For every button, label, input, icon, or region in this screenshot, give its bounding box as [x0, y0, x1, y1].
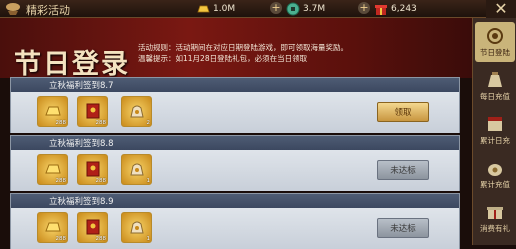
banner-title: 节日登录 [14, 49, 130, 80]
close-button[interactable]: ✕ [486, 0, 516, 18]
gold-bar-icon [197, 5, 210, 12]
gold-resource: 1.0M [196, 1, 235, 16]
coin-bag-icon [488, 164, 502, 176]
gift-amount: 6,243 [391, 3, 417, 14]
laurel-icon [487, 28, 503, 44]
row-header: 立秋福利签到8.8 [11, 136, 459, 150]
row-title: 立秋福利签到8.9 [49, 197, 114, 207]
item-count: 1 [146, 178, 151, 184]
red-envelope-item[interactable]: 288 [77, 96, 108, 127]
gift-icon [487, 207, 503, 219]
gold-bar-item[interactable]: 288 [37, 96, 68, 127]
item-count: 288 [95, 236, 107, 242]
tab-cumulative-recharge[interactable]: 累计充值 [475, 154, 515, 194]
silver-amount: 3.7M [303, 3, 326, 14]
red-envelope-icon [86, 219, 100, 235]
rules-line-1: 活动规则：活动期间在对应日期登陆游戏，即可领取海量奖励。 [138, 43, 348, 52]
row-body: 288 288 2 领取 [11, 92, 459, 133]
item-count: 288 [55, 178, 67, 184]
reward-row: 立秋福利签到8.7 288 288 2 领取 [10, 77, 460, 133]
rules-line-2: 温馨提示：如11月28日登陆礼包，必须在当日领取 [138, 54, 308, 63]
treasure-pouch-icon [130, 163, 144, 176]
tab-daily-recharge[interactable]: 每日充值 [475, 66, 515, 106]
gold-amount: 1.0M [213, 3, 236, 14]
red-envelope-icon [86, 103, 100, 119]
item-count: 288 [95, 178, 107, 184]
row-title: 立秋福利签到8.8 [49, 139, 114, 149]
treasure-pouch-item[interactable]: 1 [121, 154, 152, 185]
row-header: 立秋福利签到8.9 [11, 194, 459, 208]
row-header: 立秋福利签到8.7 [11, 78, 459, 92]
jade-coin-icon [286, 2, 300, 15]
gold-bar-icon [45, 222, 61, 232]
money-bag-icon [488, 72, 502, 87]
item-count: 288 [55, 236, 67, 242]
tab-spend-gift[interactable]: 消费有礼 [475, 198, 515, 238]
red-envelope-icon [86, 161, 100, 177]
gift-resource: 6,243 [374, 1, 417, 16]
tab-festival-login[interactable]: 节日登陆 [475, 22, 515, 62]
red-envelope-item[interactable]: 288 [77, 154, 108, 185]
item-count: 1 [146, 236, 151, 242]
tab-label: 节日登陆 [480, 48, 510, 57]
event-sidebar: 节日登陆 每日充值 累计日充 累计充值 消费有礼 [472, 18, 516, 245]
tab-label: 每日充值 [480, 92, 510, 101]
gold-bar-item[interactable]: 288 [37, 154, 68, 185]
add-gold-button[interactable]: + [270, 2, 282, 14]
gold-bar-item[interactable]: 288 [37, 212, 68, 243]
item-count: 288 [55, 120, 67, 126]
reward-list[interactable]: 立秋福利签到8.7 288 288 2 领取 立秋福利签到8.8 288 288… [10, 77, 460, 249]
row-title: 立秋福利签到8.7 [49, 81, 114, 91]
top-bar: 精彩活动 1.0M + 3.7M + 6,243 ✕ [0, 0, 516, 18]
item-count: 2 [146, 120, 151, 126]
treasure-pouch-item[interactable]: 2 [121, 96, 152, 127]
tab-label: 消费有礼 [480, 224, 510, 233]
not-reached-button[interactable]: 未达标 [377, 160, 429, 180]
gold-bar-icon [45, 164, 61, 174]
gold-bar-icon [45, 106, 61, 116]
row-body: 288 288 1 未达标 [11, 150, 459, 191]
claim-button[interactable]: 领取 [377, 102, 429, 122]
treasure-pouch-icon [130, 221, 144, 234]
event-rules: 活动规则：活动期间在对应日期登陆游戏，即可领取海量奖励。 温馨提示：如11月28… [138, 42, 348, 64]
airship-back-icon[interactable] [4, 1, 22, 17]
page-title: 精彩活动 [26, 4, 70, 17]
calendar-icon [488, 117, 502, 131]
red-envelope-item[interactable]: 288 [77, 212, 108, 243]
silver-resource: 3.7M [286, 1, 325, 16]
item-count: 288 [95, 120, 107, 126]
row-body: 288 288 1 未达标 [11, 208, 459, 249]
gift-box-icon [375, 4, 387, 15]
treasure-pouch-item[interactable]: 1 [121, 212, 152, 243]
not-reached-button[interactable]: 未达标 [377, 218, 429, 238]
tab-label: 累计充值 [480, 180, 510, 189]
reward-row: 立秋福利签到8.8 288 288 1 未达标 [10, 135, 460, 191]
tab-cumulative-daily[interactable]: 累计日充 [475, 110, 515, 150]
treasure-pouch-icon [130, 105, 144, 118]
reward-row: 立秋福利签到8.9 288 288 1 未达标 [10, 193, 460, 249]
add-silver-button[interactable]: + [358, 2, 370, 14]
tab-label: 累计日充 [480, 136, 510, 145]
